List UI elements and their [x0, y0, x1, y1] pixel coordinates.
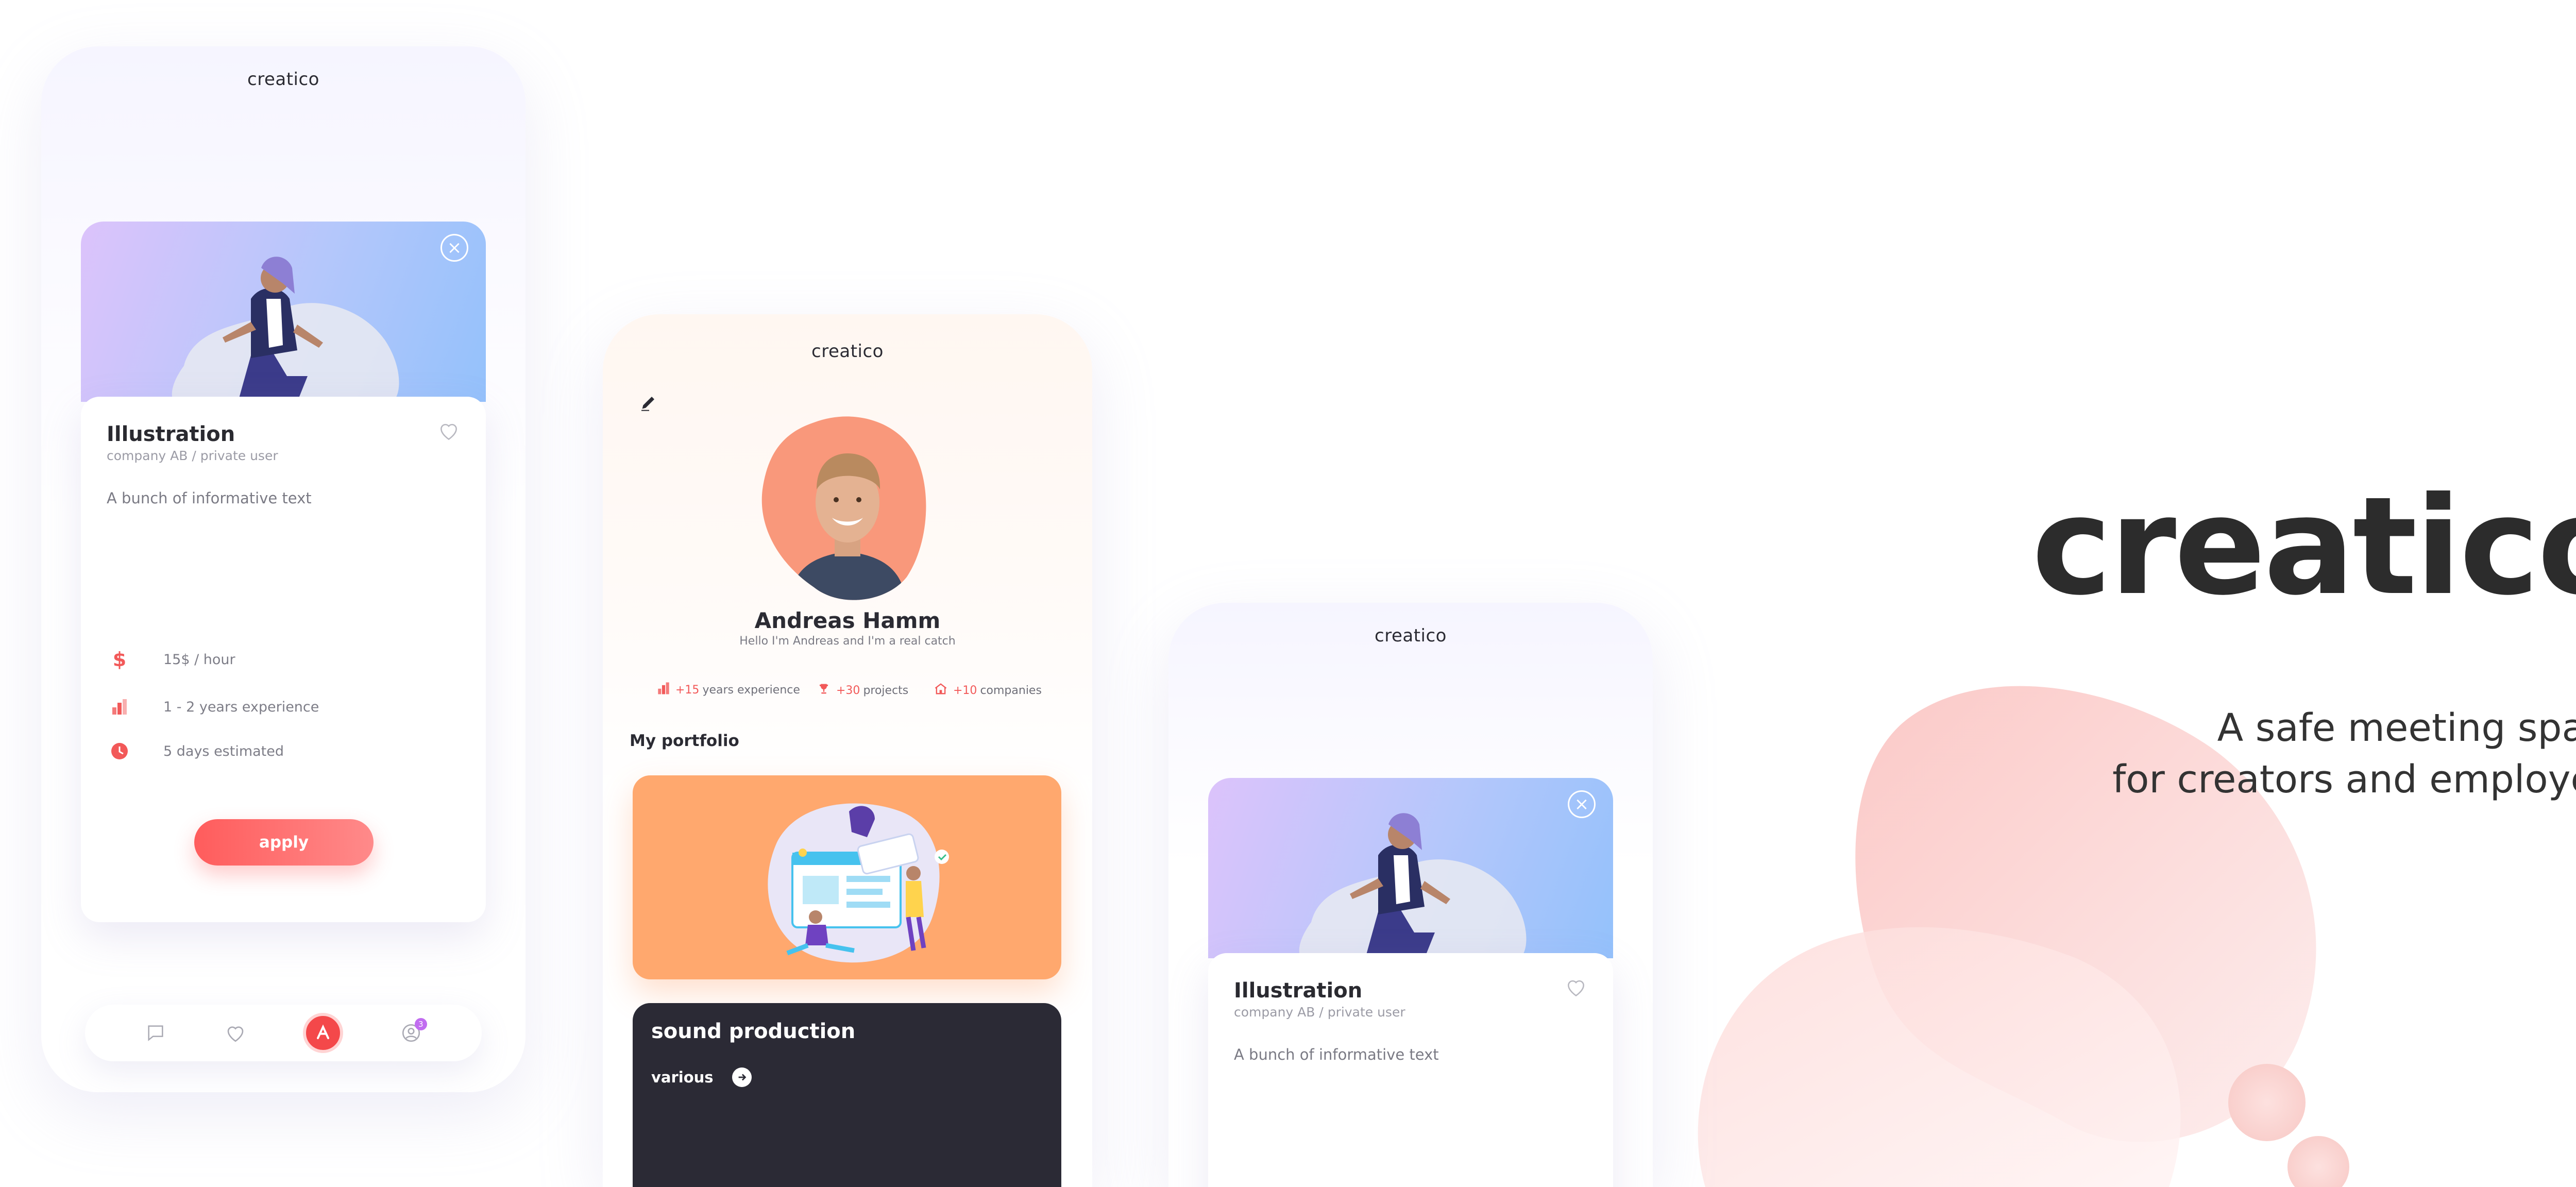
portfolio-illustration-icon	[768, 803, 949, 963]
job-description: A bunch of informative text	[107, 489, 312, 507]
card-hero-image: ×	[81, 222, 486, 402]
portfolio-card-tag-text: various	[651, 1069, 714, 1086]
job-subtitle: company AB / private user	[1234, 1005, 1405, 1020]
close-button[interactable]: ×	[1568, 790, 1596, 818]
clock-icon	[107, 741, 132, 761]
job-card[interactable]: × Illustration company AB / private user…	[1208, 778, 1613, 1187]
building-icon	[934, 682, 948, 699]
bar-chart-icon	[657, 682, 670, 698]
creatico-logo-icon	[317, 1024, 330, 1039]
tagline-line-1: A safe meeting space	[2217, 706, 2576, 750]
app-title: creatico	[247, 69, 319, 90]
arrow-right-icon[interactable]	[732, 1067, 752, 1087]
stat-companies: +10 companies	[934, 682, 1042, 699]
brand-wordmark: creatico	[2031, 468, 2576, 625]
app-title: creatico	[811, 341, 884, 362]
detail-duration-text: 5 days estimated	[163, 743, 284, 759]
stat-projects: +30 projects	[817, 682, 908, 699]
app-title: creatico	[1375, 625, 1447, 646]
illustration-figure-icon	[172, 257, 399, 402]
stat-companies-value: +10	[953, 684, 977, 697]
detail-experience-text: 1 - 2 years experience	[163, 699, 319, 715]
bottom-nav: 3	[85, 1005, 482, 1061]
apply-button[interactable]: apply	[194, 819, 374, 866]
card-hero-image: ×	[1208, 778, 1613, 958]
heart-icon[interactable]	[437, 419, 460, 442]
phone-job-screen-2: creatico × Illustration company AB / pri…	[1168, 603, 1653, 1187]
portfolio-heading: My portfolio	[630, 732, 739, 750]
portfolio-card-illustration[interactable]	[633, 775, 1061, 979]
home-brand-button[interactable]	[303, 1013, 344, 1053]
stat-projects-label: projects	[863, 684, 909, 697]
tagline-line-2: for creators and employers	[2112, 757, 2576, 802]
stat-experience-label: years experience	[702, 683, 800, 697]
trophy-icon	[817, 682, 831, 699]
stat-companies-label: companies	[980, 684, 1042, 697]
close-button[interactable]: ×	[440, 234, 468, 262]
job-subtitle: company AB / private user	[107, 448, 278, 463]
edit-pencil-icon[interactable]	[639, 392, 659, 414]
stat-experience: +15 years experience	[657, 682, 800, 698]
phone-job-screen: creatico × Illustration company AB / pri…	[41, 46, 526, 1092]
detail-experience: 1 - 2 years experience	[107, 697, 319, 717]
job-description: A bunch of informative text	[1234, 1046, 1439, 1063]
detail-rate: $ 15$ / hour	[107, 648, 235, 671]
stat-experience-value: +15	[675, 683, 700, 697]
job-title: Illustration	[1234, 979, 1363, 1003]
portfolio-card-title: sound production	[651, 1020, 856, 1043]
portfolio-card-sound-production[interactable]: sound production various	[633, 1003, 1061, 1187]
chat-icon[interactable]	[144, 1021, 167, 1045]
job-card[interactable]: × Illustration company AB / private user…	[81, 222, 486, 922]
profile-icon[interactable]: 3	[399, 1018, 427, 1045]
illustration-figure-icon	[1299, 813, 1527, 958]
stat-projects-value: +30	[836, 684, 860, 697]
detail-duration: 5 days estimated	[107, 741, 284, 761]
card-body: Illustration company AB / private user A…	[1208, 953, 1613, 1187]
portfolio-card-tag: various	[651, 1067, 752, 1087]
avatar	[761, 416, 926, 600]
card-body: Illustration company AB / private user A…	[81, 397, 486, 922]
profile-bio: Hello I'm Andreas and I'm a real catch	[739, 635, 956, 648]
job-title: Illustration	[107, 422, 235, 446]
bar-chart-icon	[107, 697, 132, 717]
detail-rate-text: 15$ / hour	[163, 651, 235, 668]
profile-name: Andreas Hamm	[754, 608, 941, 633]
dollar-icon: $	[112, 648, 127, 671]
notification-badge: 3	[414, 1018, 427, 1030]
heart-icon[interactable]	[1565, 976, 1587, 998]
favorites-heart-icon[interactable]	[224, 1021, 247, 1045]
